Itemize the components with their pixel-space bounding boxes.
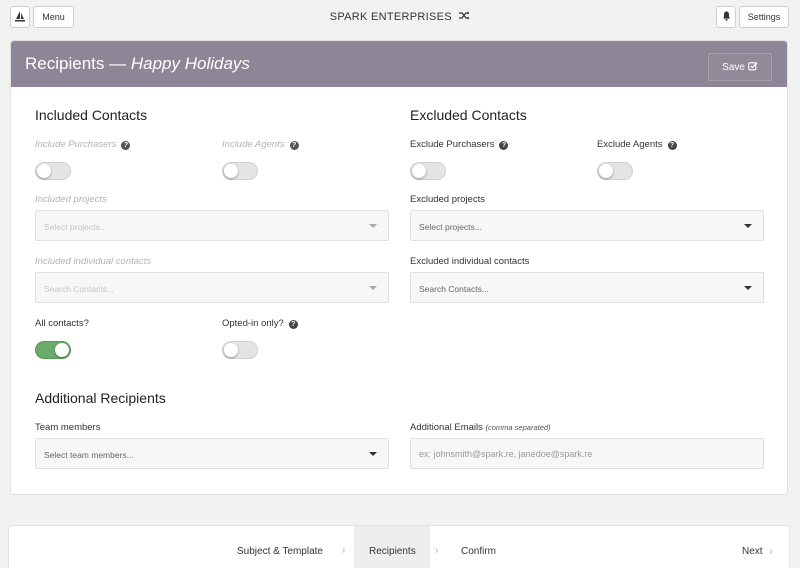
opted-in-text: Opted-in only? (222, 318, 284, 329)
toggle-knob (224, 343, 238, 357)
caret-down-icon (744, 224, 752, 228)
excluded-projects-select[interactable]: Select projects... (410, 210, 764, 241)
wizard-footer: Subject & Template › Recipients › Confir… (8, 525, 790, 568)
exclude-purchasers-toggle[interactable] (410, 162, 446, 180)
top-bar: Menu SPARK ENTERPRISES Settings (0, 0, 800, 34)
include-agents-label: Include Agents? (222, 139, 299, 150)
team-members-label: Team members (35, 422, 101, 433)
toggle-knob (55, 343, 69, 357)
exclude-agents-text: Exclude Agents (597, 139, 663, 150)
check-square-icon (748, 61, 758, 74)
additional-emails-input[interactable]: ex: johnsmith@spark.re, janedoe@spark.re (410, 438, 764, 469)
additional-emails-placeholder: ex: johnsmith@spark.re, janedoe@spark.re (419, 449, 593, 459)
included-projects-placeholder: Select projects... (44, 222, 107, 232)
help-icon[interactable]: ? (288, 320, 298, 329)
excluded-projects-label: Excluded projects (410, 194, 485, 205)
included-contacts-placeholder: Search Contacts... (44, 284, 114, 294)
save-button[interactable]: Save (708, 53, 772, 81)
step-confirm[interactable]: Confirm (461, 546, 496, 557)
next-label: Next (742, 546, 763, 557)
page-title-main: Recipients — (25, 54, 127, 73)
excluded-contacts-label: Excluded individual contacts (410, 256, 530, 267)
step-recipients[interactable]: Recipients (369, 546, 416, 557)
next-button[interactable]: Next › (742, 546, 773, 557)
include-purchasers-label: Include Purchasers? (35, 139, 131, 150)
all-contacts-toggle[interactable] (35, 341, 71, 359)
included-contacts-label: Included individual contacts (35, 256, 152, 267)
include-agents-text: Include Agents (222, 139, 285, 150)
caret-down-icon (369, 452, 377, 456)
help-icon[interactable]: ? (667, 141, 677, 150)
caret-down-icon (369, 224, 377, 228)
all-contacts-label: All contacts? (35, 318, 89, 329)
opted-in-toggle[interactable] (222, 341, 258, 359)
include-purchasers-toggle[interactable] (35, 162, 71, 180)
page-title-campaign: Happy Holidays (130, 54, 250, 73)
excluded-contacts-placeholder: Search Contacts... (419, 284, 489, 294)
additional-emails-text: Additional Emails (410, 422, 483, 433)
caret-down-icon (744, 286, 752, 290)
save-label: Save (722, 61, 745, 73)
included-projects-label: Included projects (35, 194, 107, 205)
included-contacts-search[interactable]: Search Contacts... (35, 272, 389, 303)
excluded-contacts-heading: Excluded Contacts (410, 107, 527, 123)
exclude-agents-label: Exclude Agents? (597, 139, 677, 150)
exclude-purchasers-label: Exclude Purchasers? (410, 139, 509, 150)
chevron-right-icon: › (435, 545, 439, 556)
included-contacts-heading: Included Contacts (35, 107, 148, 123)
notifications-button[interactable] (716, 6, 736, 28)
team-members-select[interactable]: Select team members... (35, 438, 389, 469)
chevron-right-icon: › (342, 545, 346, 556)
step-subject-template[interactable]: Subject & Template (237, 546, 323, 557)
exclude-agents-toggle[interactable] (597, 162, 633, 180)
chevron-right-icon: › (769, 546, 773, 557)
brand-name: SPARK ENTERPRISES (329, 11, 452, 23)
page-title: Recipients — Happy Holidays (25, 54, 250, 74)
excluded-projects-placeholder: Select projects... (419, 222, 482, 232)
shuffle-icon[interactable] (459, 11, 470, 23)
opted-in-label: Opted-in only?? (222, 318, 298, 329)
settings-button[interactable]: Settings (739, 6, 789, 28)
bell-icon (722, 11, 731, 23)
toggle-knob (412, 164, 426, 178)
toggle-knob (599, 164, 613, 178)
help-icon[interactable]: ? (289, 141, 299, 150)
include-agents-toggle[interactable] (222, 162, 258, 180)
included-projects-select[interactable]: Select projects... (35, 210, 389, 241)
include-purchasers-text: Include Purchasers (35, 139, 117, 150)
additional-emails-note: (comma separated) (485, 423, 551, 432)
brand-title: SPARK ENTERPRISES (0, 11, 800, 23)
help-icon[interactable]: ? (499, 141, 509, 150)
excluded-contacts-search[interactable]: Search Contacts... (410, 272, 764, 303)
toggle-knob (224, 164, 238, 178)
toggle-knob (37, 164, 51, 178)
exclude-purchasers-text: Exclude Purchasers (410, 139, 495, 150)
recipients-panel: Recipients — Happy Holidays Save Include… (10, 40, 788, 495)
help-icon[interactable]: ? (121, 141, 131, 150)
additional-emails-label: Additional Emails (comma separated) (410, 422, 551, 433)
additional-recipients-heading: Additional Recipients (35, 390, 166, 406)
caret-down-icon (369, 286, 377, 290)
panel-header: Recipients — Happy Holidays Save (11, 41, 787, 87)
team-members-placeholder: Select team members... (44, 450, 134, 460)
